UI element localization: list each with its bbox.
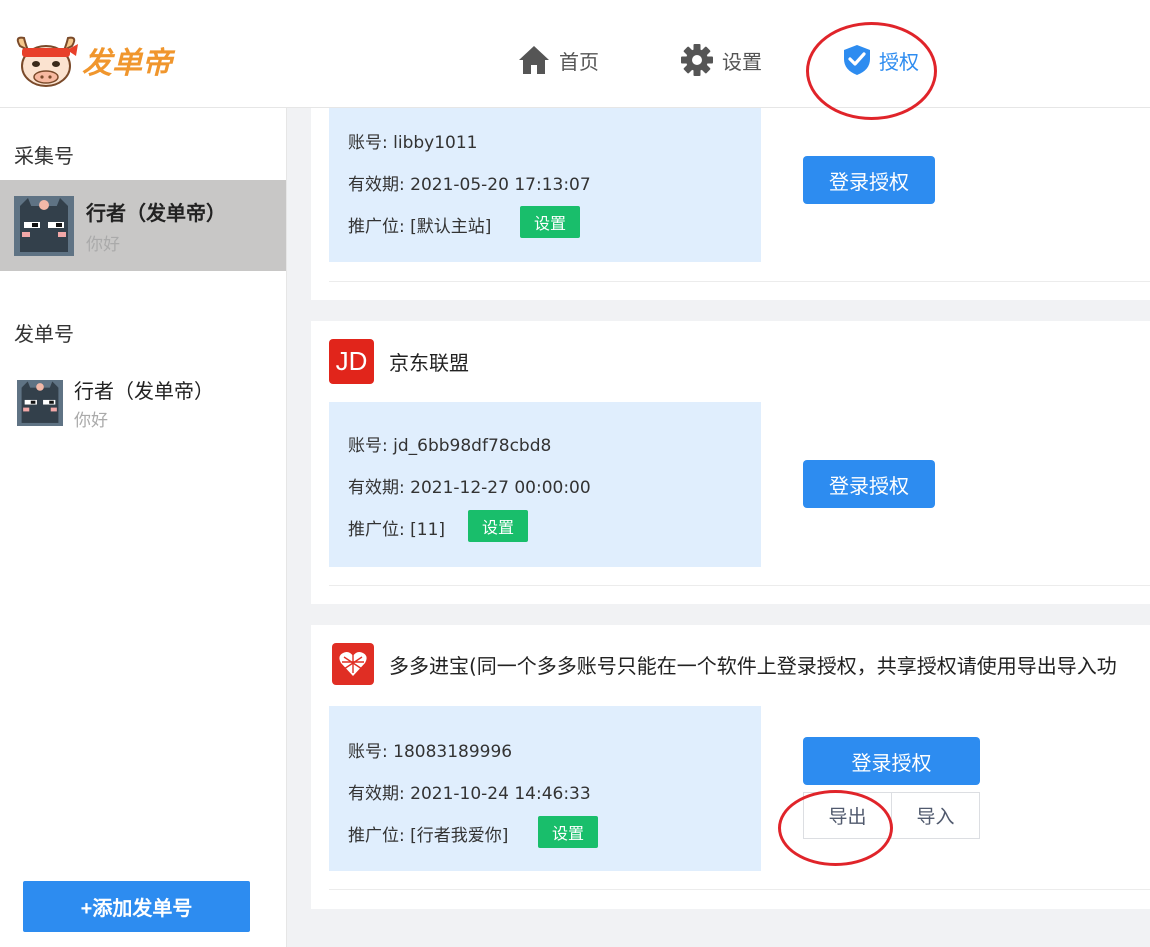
expiry-date: 有效期: 2021-10-24 14:46:33 <box>348 784 591 804</box>
divider <box>329 585 1150 586</box>
pdd-logo-icon <box>332 643 374 685</box>
set-position-button[interactable]: 设置 <box>520 206 580 238</box>
expiry-date: 有效期: 2021-12-27 00:00:00 <box>348 478 591 498</box>
platform-header: JD 京东联盟 <box>329 339 469 384</box>
shield-check-icon <box>844 45 870 75</box>
divider <box>329 281 1150 282</box>
platform-card-jd: JD 京东联盟 账号: jd_6bb98df78cbd8 有效期: 2021-1… <box>311 321 1150 604</box>
account-info-box: 账号: jd_6bb98df78cbd8 有效期: 2021-12-27 00:… <box>329 402 761 567</box>
login-auth-button[interactable]: 登录授权 <box>803 460 935 508</box>
account-id: 账号: libby1011 <box>348 133 478 153</box>
nav-home[interactable]: 首页 <box>517 40 599 80</box>
send-account-item[interactable]: 行者（发单帝） 你好 <box>0 370 286 435</box>
login-auth-button[interactable]: 登录授权 <box>803 156 935 204</box>
app-logo: 发单帝 <box>12 32 172 88</box>
platform-header: 多多进宝(同一个多多账号只能在一个软件上登录授权，共享授权请使用导出导入功 <box>329 643 1117 685</box>
add-sender-account-button[interactable]: +添加发单号 <box>23 881 250 932</box>
promotion-position: 推广位: [默认主站] <box>348 217 492 237</box>
promotion-position: 推广位: [11] <box>348 520 446 540</box>
platform-card: 账号: libby1011 有效期: 2021-05-20 17:13:07 推… <box>311 108 1150 300</box>
account-subtitle: 你好 <box>86 234 120 255</box>
app-header: 发单帝 首页 设置 授权 <box>0 0 1150 108</box>
account-info-box: 账号: 18083189996 有效期: 2021-10-24 14:46:33… <box>329 706 761 871</box>
login-auth-button[interactable]: 登录授权 <box>803 737 980 785</box>
collect-section-title: 采集号 <box>14 144 74 168</box>
logo-text: 发单帝 <box>82 46 172 81</box>
account-id: 账号: 18083189996 <box>348 742 513 762</box>
nav-home-label: 首页 <box>559 49 599 74</box>
bull-mascot-icon <box>16 36 78 87</box>
sidebar: 采集号 行者（发单帝） 你好 发单号 行者（发单帝） 你好 +添加发单号 <box>0 108 287 947</box>
export-button[interactable]: 导出 <box>803 792 892 839</box>
collect-account-item[interactable]: 行者（发单帝） 你好 <box>0 180 286 271</box>
avatar <box>17 379 63 426</box>
platform-name: 多多进宝(同一个多多账号只能在一个软件上登录授权，共享授权请使用导出导入功 <box>389 653 1117 678</box>
nav-auth-label: 授权 <box>879 49 919 74</box>
nav-settings[interactable]: 设置 <box>680 40 762 80</box>
account-subtitle: 你好 <box>74 410 108 431</box>
promotion-position: 推广位: [行者我爱你] <box>348 826 509 846</box>
auth-panel: 账号: libby1011 有效期: 2021-05-20 17:13:07 推… <box>287 108 1150 947</box>
account-id: 账号: jd_6bb98df78cbd8 <box>348 436 552 456</box>
account-name: 行者（发单帝） <box>86 200 226 225</box>
set-position-button[interactable]: 设置 <box>538 816 598 848</box>
platform-name: 京东联盟 <box>389 351 469 375</box>
send-section-title: 发单号 <box>14 322 74 346</box>
gear-icon <box>681 44 713 76</box>
import-button[interactable]: 导入 <box>891 792 980 839</box>
nav-settings-label: 设置 <box>722 49 762 74</box>
platform-card-pdd: 多多进宝(同一个多多账号只能在一个软件上登录授权，共享授权请使用导出导入功 账号… <box>311 625 1150 909</box>
jd-logo-icon: JD <box>329 339 374 384</box>
avatar <box>14 195 74 256</box>
home-icon <box>519 46 549 74</box>
set-position-button[interactable]: 设置 <box>468 510 528 542</box>
divider <box>329 889 1150 890</box>
account-info-box: 账号: libby1011 有效期: 2021-05-20 17:13:07 推… <box>329 108 761 262</box>
account-name: 行者（发单帝） <box>74 378 214 403</box>
nav-auth[interactable]: 授权 <box>843 40 919 80</box>
expiry-date: 有效期: 2021-05-20 17:13:07 <box>348 175 591 195</box>
